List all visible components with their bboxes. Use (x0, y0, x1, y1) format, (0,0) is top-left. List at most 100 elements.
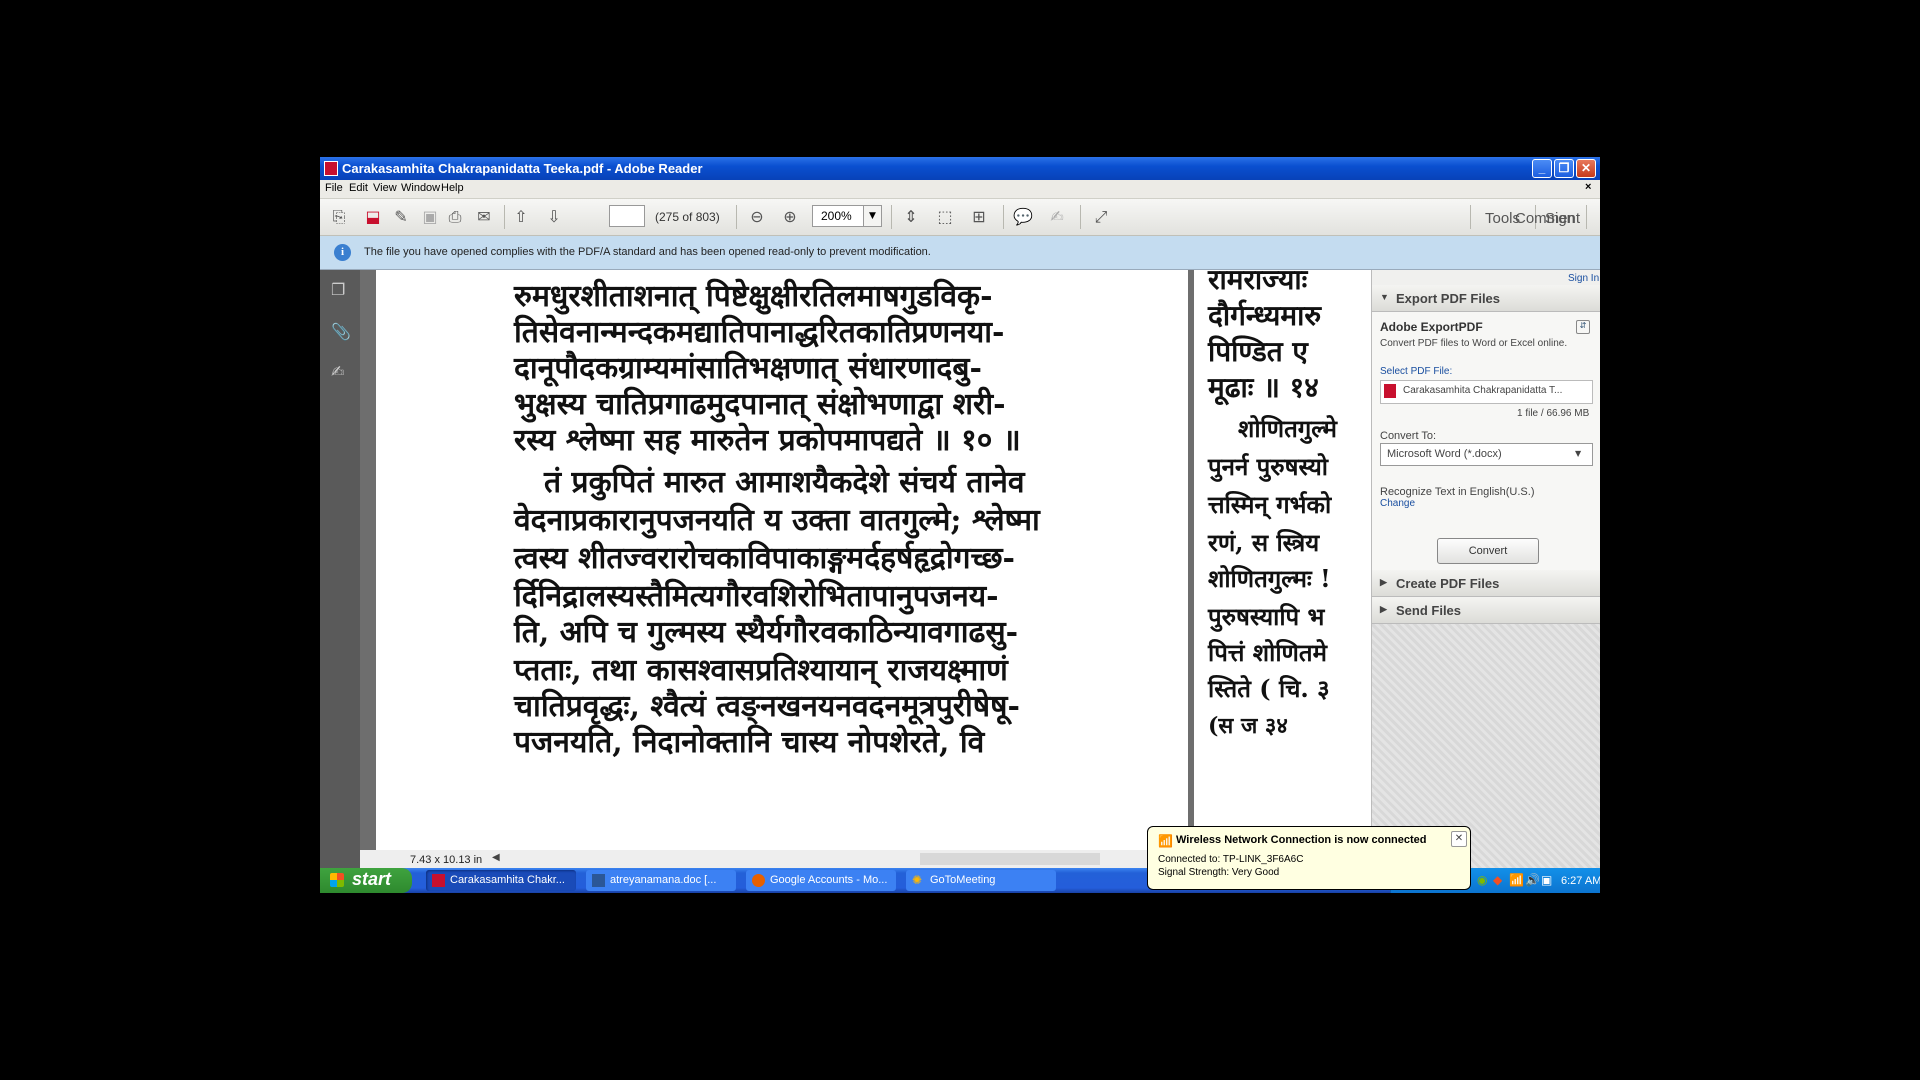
word-doc-icon (592, 874, 605, 887)
text-line: शोणितगुल्मे (1238, 414, 1337, 443)
text-line: रस्य श्लेष्मा सह मारुतेन प्रकोपमापद्यते … (514, 423, 1021, 458)
balloon-signal-strength: Signal Strength: Very Good (1158, 867, 1280, 878)
zoom-in-icon[interactable]: ⊕ (779, 206, 801, 228)
email-icon[interactable]: ✉ (473, 206, 495, 228)
gotomeeting-icon: ✺ (912, 873, 923, 887)
taskbar-item-word-doc[interactable]: atreyanamana.doc [... (586, 870, 736, 891)
previous-page-icon[interactable]: ⇧ (510, 206, 532, 228)
system-clock[interactable]: 6:27 AM (1561, 875, 1600, 887)
start-button[interactable]: start (320, 868, 412, 893)
next-page-icon[interactable]: ⇩ (543, 206, 565, 228)
scroll-left-icon[interactable]: ◀ (492, 852, 500, 863)
page-size-readout: 7.43 x 10.13 in (410, 854, 483, 866)
pdfa-info-bar: i The file you have opened complies with… (320, 236, 1600, 270)
text-line: पजनयति, निदानोक्तानि चास्य नोपशेरते, वि (514, 725, 985, 760)
fit-width-icon[interactable]: ⇕ (900, 206, 922, 228)
exportpdf-info-icon[interactable]: ⇵ (1576, 320, 1590, 334)
save-icon[interactable]: ▣ (419, 206, 441, 228)
adobe-reader-window: Carakasamhita Chakrapanidatta Teeka.pdf … (320, 157, 1600, 893)
highlight-icon[interactable]: ✍ (1046, 206, 1068, 228)
export-pdf-section-header[interactable]: ▼ Export PDF Files (1372, 285, 1600, 312)
export-pdf-header-label: Export PDF Files (1396, 291, 1501, 306)
text-line: पित्तं शोणितमे (1208, 638, 1327, 667)
zoom-level-input[interactable]: 200% (812, 205, 864, 227)
balloon-connected-to: Connected to: TP-LINK_3F6A6C (1158, 854, 1304, 865)
firefox-icon (752, 874, 765, 887)
selected-pdf-file[interactable]: Carakasamhita Chakrapanidatta T... (1380, 380, 1593, 404)
text-line: चातिप्रवृद्धः, श्वैत्यं त्वङ्नखनयनवदनमूत… (514, 689, 1020, 724)
balloon-close-icon[interactable]: ✕ (1451, 831, 1467, 847)
toolbar-separator (736, 205, 737, 229)
menu-help[interactable]: Help (441, 182, 464, 194)
title-bar[interactable]: Carakasamhita Chakrapanidatta Teeka.pdf … (320, 157, 1600, 180)
display-tray-icon[interactable]: ▣ (1541, 873, 1552, 887)
taskbar-item-label: GoToMeeting (930, 874, 996, 886)
signatures-icon[interactable]: ✍ (331, 362, 349, 382)
toolbar-separator (1003, 205, 1004, 229)
wireless-notification-balloon[interactable]: 📶 Wireless Network Connection is now con… (1147, 826, 1471, 890)
create-pdf-icon[interactable]: ⎘ (328, 206, 350, 228)
zoom-dropdown-icon[interactable]: ▼ (864, 205, 882, 227)
edit-pdf-icon[interactable]: ✎ (390, 206, 412, 228)
taskbar-item-firefox[interactable]: Google Accounts - Mo... (746, 870, 896, 891)
wireless-network-icon[interactable]: 📶 (1509, 873, 1524, 887)
text-line: ति, अपि च गुल्मस्य स्थैर्यगौरवकाठिन्यावग… (514, 615, 1019, 650)
sign-in-link[interactable]: Sign In (1568, 273, 1599, 284)
recognize-text-label: Recognize Text in English(U.S.) (1380, 486, 1535, 498)
convert-button[interactable]: Convert (1437, 538, 1539, 564)
menu-file[interactable]: File (325, 182, 343, 194)
close-window-button[interactable]: ✕ (1576, 159, 1596, 178)
navigation-pane: ❐ 📎 ✍ (320, 270, 360, 868)
volume-icon[interactable]: 🔊 (1525, 873, 1540, 887)
app-tray-icon[interactable]: ◆ (1493, 873, 1502, 887)
minimize-button[interactable]: _ (1532, 159, 1552, 178)
text-line: वेदनाप्रकारानुपजनयति य उक्ता वातगुल्मे; … (514, 503, 1040, 538)
menu-view[interactable]: View (373, 182, 397, 194)
taskbar-item-adobe-reader[interactable]: Carakasamhita Chakr... (426, 870, 576, 891)
export-pdf-panel: Adobe ExportPDF ⇵ Convert PDF files to W… (1372, 312, 1600, 570)
page-number-input[interactable] (609, 205, 645, 227)
text-line: मूढाः ॥ १४ (1208, 371, 1319, 404)
window-title: Carakasamhita Chakrapanidatta Teeka.pdf … (342, 161, 703, 176)
adobe-reader-app-icon (324, 161, 338, 176)
export-pdf-icon[interactable]: ⬓ (362, 206, 384, 228)
send-files-header-label: Send Files (1396, 603, 1462, 618)
close-document-button[interactable]: × (1585, 181, 1591, 193)
create-pdf-section-header[interactable]: ▶ Create PDF Files (1372, 570, 1600, 597)
text-line: त्तस्मिन् गर्भको (1208, 490, 1332, 519)
page-layout-icon[interactable]: ⊞ (968, 206, 990, 228)
selected-file-name: Carakasamhita Chakrapanidatta T... (1403, 385, 1563, 396)
document-view[interactable]: रुमधुरशीताशनात् पिष्टेक्षुक्षीरतिलमाषगुड… (360, 270, 1437, 868)
menu-bar: File Edit View Window Help × (320, 180, 1600, 199)
attachments-icon[interactable]: 📎 (331, 322, 351, 342)
sticky-note-icon[interactable]: 💬 (1012, 206, 1034, 228)
print-icon[interactable]: ⎙ (444, 206, 466, 228)
convert-to-select[interactable]: Microsoft Word (*.docx) ▼ (1380, 443, 1593, 466)
zoom-out-icon[interactable]: ⊖ (746, 206, 768, 228)
pdf-page-next: रामराज्याः दौर्गन्ध्यमारु पिण्डित ए मूढा… (1194, 270, 1384, 868)
text-line: प्तताः, तथा कासश्वासप्रतिश्यायान् राजयक्… (514, 653, 1008, 688)
menu-window[interactable]: Window (401, 182, 440, 194)
toolbar-separator (1586, 205, 1587, 229)
change-language-link[interactable]: Change (1380, 498, 1415, 509)
taskbar-item-gotomeeting[interactable]: ✺ GoToMeeting (906, 870, 1056, 891)
text-line: रणं, स स्त्रिय (1208, 528, 1320, 557)
collapsed-arrow-icon: ▶ (1380, 577, 1387, 587)
select-pdf-label: Select PDF File: (1380, 366, 1453, 377)
chevron-down-icon: ▼ (1575, 449, 1582, 458)
full-screen-icon[interactable]: ⤢ (1090, 206, 1112, 228)
send-files-section-header[interactable]: ▶ Send Files (1372, 597, 1600, 624)
adobe-reader-icon (432, 874, 445, 887)
fit-page-icon[interactable]: ⬚ (934, 206, 956, 228)
maximize-button[interactable]: ❐ (1554, 159, 1574, 178)
antivirus-tray-icon[interactable]: ◉ (1477, 873, 1487, 887)
page-thumbnails-icon[interactable]: ❐ (331, 280, 349, 300)
collapsed-arrow-icon: ▶ (1380, 604, 1387, 614)
horizontal-scroll-thumb[interactable] (920, 853, 1100, 865)
menu-edit[interactable]: Edit (349, 182, 368, 194)
text-line: तं प्रकुपितं मारुत आमाशयैकदेशे संचर्य ता… (544, 465, 1025, 500)
comment-link[interactable]: Comment (1515, 210, 1580, 227)
toolbar-separator (1080, 205, 1081, 229)
text-line: स्तिते ( चि. ३ (1208, 674, 1330, 703)
pdf-file-icon (1384, 384, 1396, 398)
